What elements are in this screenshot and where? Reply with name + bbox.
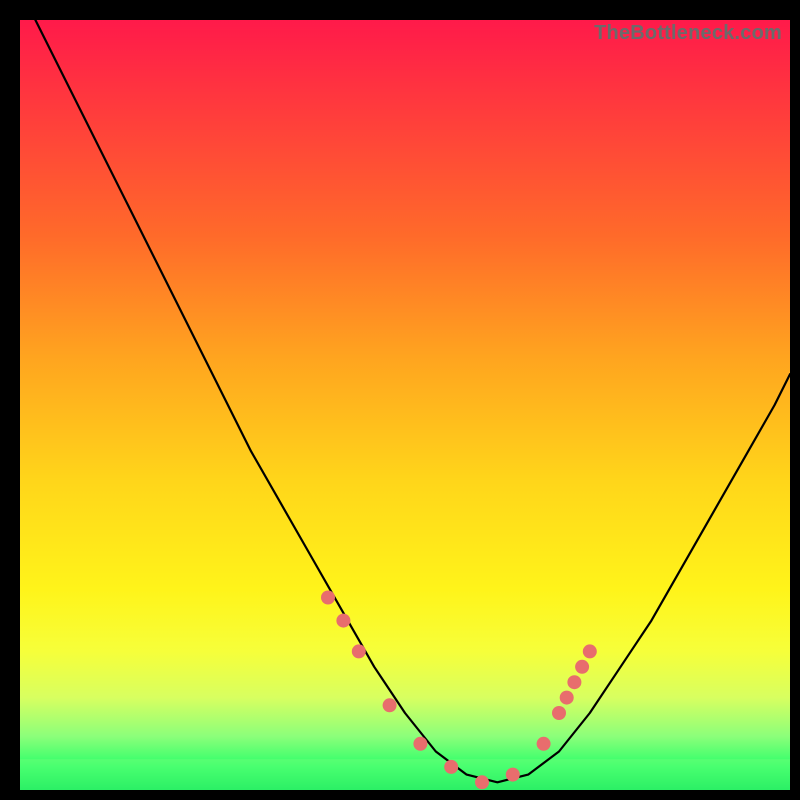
highlight-dot [560, 691, 574, 705]
highlight-dot [575, 660, 589, 674]
highlight-dot [383, 698, 397, 712]
highlight-dot [321, 591, 335, 605]
highlight-dot [567, 675, 581, 689]
highlight-dot [336, 614, 350, 628]
chart-frame: TheBottleneck.com [0, 0, 800, 800]
highlight-dot [352, 644, 366, 658]
highlight-dot [506, 768, 520, 782]
chart-svg [20, 20, 790, 790]
highlight-dot [583, 644, 597, 658]
curve-path [35, 20, 790, 782]
highlight-dot [537, 737, 551, 751]
highlight-dot [444, 760, 458, 774]
highlight-dot [475, 775, 489, 789]
green-band [20, 759, 790, 790]
highlight-dot [413, 737, 427, 751]
plot-area: TheBottleneck.com [20, 20, 790, 790]
highlight-dot [552, 706, 566, 720]
